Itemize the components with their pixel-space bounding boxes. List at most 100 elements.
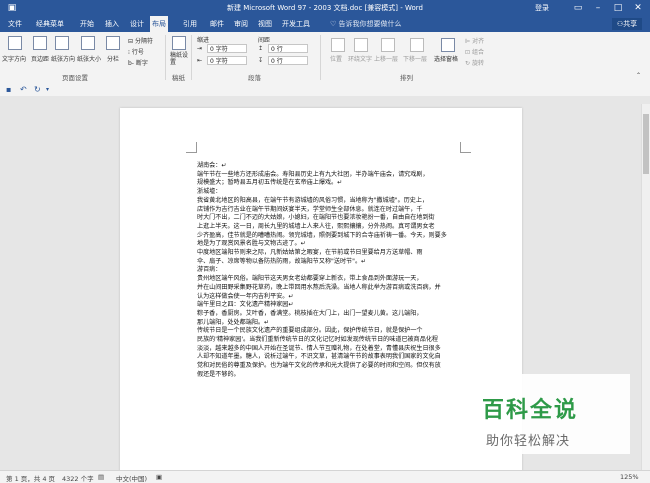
maximize-icon[interactable]: □ bbox=[608, 0, 628, 16]
group-button[interactable]: ⊡ 组合 bbox=[465, 47, 484, 56]
breaks-button[interactable]: ⊟ 分隔符 bbox=[128, 36, 153, 45]
align-button[interactable]: ⊫ 对齐 bbox=[465, 36, 484, 45]
paragraph-line[interactable]: 游百病： bbox=[197, 266, 467, 274]
paragraph-line[interactable]: 贵州地区端午风俗。端阳节这天男女老幼都要穿上新衣，带上食品到外面游玩一天， bbox=[197, 275, 467, 283]
lightbulb-icon: ♡ bbox=[330, 20, 339, 28]
text-direction-icon[interactable] bbox=[8, 36, 22, 50]
paragraph-line[interactable]: 地是为了观赏风景名胜与文物古迹了。↵ bbox=[197, 240, 467, 248]
group-page-setup-label: 页面设置 bbox=[62, 74, 88, 82]
spacing-before-field[interactable]: 0 行 bbox=[268, 44, 308, 53]
paragraph-line[interactable]: 浙城墟： bbox=[197, 188, 467, 196]
columns-button[interactable]: 分栏 bbox=[107, 54, 119, 63]
wrap-text-icon[interactable] bbox=[354, 38, 368, 52]
indent-left-icon: ⇥ bbox=[197, 45, 203, 52]
redo-icon[interactable]: ↻ bbox=[34, 85, 41, 94]
collapse-ribbon-icon[interactable]: ⌃ bbox=[636, 72, 641, 79]
hyphenation-icon: b- bbox=[128, 60, 136, 67]
paragraph-line[interactable]: 认为这样做会使一年内吉利平安。↵ bbox=[197, 293, 467, 301]
line-numbers-button[interactable]: ⁝ 行号 bbox=[128, 47, 144, 56]
spacing-after-icon: ↧ bbox=[258, 57, 264, 64]
paragraph-line[interactable]: 店铺作为吉行吉业在端午节期间妖宴半天，学堂师生全部休息。就连在时过端午，千 bbox=[197, 206, 467, 214]
margins-icon[interactable] bbox=[33, 36, 47, 50]
tab-design[interactable]: 设计 bbox=[128, 16, 146, 32]
zoom-level[interactable]: 125% bbox=[620, 473, 639, 481]
scrollbar-thumb[interactable] bbox=[643, 114, 649, 174]
orientation-button[interactable]: 纸张方向 bbox=[51, 54, 75, 63]
orientation-icon[interactable] bbox=[55, 36, 69, 50]
tab-file[interactable]: 文件 bbox=[6, 16, 24, 32]
indent-right-icon: ⇤ bbox=[197, 57, 203, 64]
tell-me-box[interactable]: ♡ 告诉我你想要做什么 bbox=[330, 19, 402, 29]
position-button[interactable]: 位置 bbox=[330, 54, 342, 63]
text-direction-button[interactable]: 文字方向 bbox=[2, 54, 26, 63]
tab-view[interactable]: 视图 bbox=[256, 16, 274, 32]
group-draft-label: 稿纸 bbox=[172, 74, 185, 82]
send-backward-button[interactable]: 下移一层 bbox=[403, 54, 427, 63]
hyphenation-button[interactable]: b- 断字 bbox=[128, 58, 148, 67]
tab-references[interactable]: 引用 bbox=[181, 16, 199, 32]
wrap-text-button[interactable]: 环绕文字 bbox=[348, 54, 372, 63]
horizontal-ruler bbox=[0, 96, 650, 104]
indent-right-field[interactable]: 0 字符 bbox=[207, 56, 247, 65]
paragraph-line[interactable]: 上逛上半天。这一日，周长九里的城墙上人来人往，熙熙攘攘，分外热闹。真可谓男女老 bbox=[197, 223, 467, 231]
rotate-button[interactable]: ↻ 旋转 bbox=[465, 58, 484, 67]
paragraph-line[interactable]: 那儿端阳，处处都端阳。↵ bbox=[197, 319, 467, 327]
tab-developer[interactable]: 开发工具 bbox=[280, 16, 312, 32]
tell-me-text: 告诉我你想要做什么 bbox=[338, 20, 402, 28]
paragraph-line[interactable]: 少齐盈高，佳节就是的嘈嘈热闹。领完城墙，照例要到城下的合寺庙祈祷一番。今天，则要… bbox=[197, 232, 467, 240]
size-button[interactable]: 纸张大小 bbox=[77, 54, 101, 63]
crop-mark bbox=[460, 142, 471, 153]
tab-layout[interactable]: 布局 bbox=[150, 16, 168, 32]
margins-button[interactable]: 页边距 bbox=[31, 54, 49, 63]
paragraph-line[interactable]: 民族的'精神家园'。当我们重新传统节日的文化记忆时如发现传统节日的味道已被商品化… bbox=[197, 336, 467, 344]
proofing-icon[interactable]: ▤ bbox=[98, 473, 104, 481]
save-icon[interactable]: ▪ bbox=[6, 85, 11, 94]
indent-left-field[interactable]: 0 字符 bbox=[207, 44, 247, 53]
tab-mailings[interactable]: 邮件 bbox=[208, 16, 226, 32]
paragraph-line[interactable]: 并在山间田野采集野花草药，晚上带回用水熬后洗澡。当地人称此举为游百病或洗百病，并 bbox=[197, 284, 467, 292]
tab-insert[interactable]: 插入 bbox=[103, 16, 121, 32]
paragraph-line[interactable]: 时大门不出，二门不迈的大姑娘，小媳妇，在端阳节也要浓妆艳扮一番，自由自在地到街 bbox=[197, 214, 467, 222]
tab-home[interactable]: 开始 bbox=[78, 16, 96, 32]
group-separator bbox=[191, 35, 192, 80]
paragraph-line[interactable]: 传统节日是一个民族文化遗产的重要组成部分。因此，保护传统节日，就是保护一个 bbox=[197, 327, 467, 335]
paragraph-line[interactable]: 粽子香，香厨房。艾叶香，香满堂。桃枝插在大门上，出门一望麦儿黄。这儿端阳， bbox=[197, 310, 467, 318]
paragraph-line[interactable]: 觉和对民俗的尊重及保护。也为端午文化的传承和光大提供了必要的时间和空间。但仅有放 bbox=[197, 362, 467, 370]
ribbon-display-icon[interactable]: ▭ bbox=[568, 0, 588, 16]
paragraph-line[interactable]: 规模盛大；暂時县五月初五传统是在玄帝庙上爆戏。↵ bbox=[197, 179, 467, 187]
paragraph-line[interactable]: 我省黄北地区的阳高县，在端午节有游城墟的风俗习惯，当地称为"撒城墟"。历史上， bbox=[197, 197, 467, 205]
minimize-icon[interactable]: – bbox=[588, 0, 608, 16]
document-page[interactable]: 湖南会：↵ 端午节在一些地方还形成庙会。寿阳县历史上有九大社团，半办端午庙会，请究… bbox=[120, 108, 522, 478]
login-link[interactable]: 登录 bbox=[535, 3, 549, 13]
paragraph-line[interactable]: 中度地区端阳节则来之际，凡新姑姑第之暇宴，在节前或节日里要给月方送草帽、雨 bbox=[197, 249, 467, 257]
draft-paper-icon[interactable] bbox=[172, 36, 186, 50]
columns-icon[interactable] bbox=[106, 36, 120, 50]
paragraph-line[interactable]: 湖南会：↵ bbox=[197, 162, 467, 170]
paragraph-line[interactable]: 伞、扇子、凉席等物以备防热防雨，故端阳节又称"送时节"。↵ bbox=[197, 258, 467, 266]
paragraph-line[interactable]: 淡淡，越来越多的中国人开始在圣诞节、情人节互赠礼物，在处着堂，青懂县庆祝生日很多 bbox=[197, 345, 467, 353]
position-icon[interactable] bbox=[331, 38, 345, 52]
customize-qat-icon[interactable]: ▾ bbox=[46, 86, 49, 93]
draft-settings-button[interactable]: 稿纸设置 bbox=[170, 52, 188, 66]
send-backward-icon[interactable] bbox=[410, 38, 424, 52]
size-icon[interactable] bbox=[81, 36, 95, 50]
selection-pane-icon[interactable] bbox=[441, 38, 455, 52]
spacing-after-field[interactable]: 0 行 bbox=[268, 56, 308, 65]
watermark: 百科全说 助你轻松解决 bbox=[470, 374, 630, 454]
selection-pane-button[interactable]: 选择窗格 bbox=[434, 54, 458, 63]
paragraph-line[interactable]: 端午里日之四：文化遗产精神家园↵ bbox=[197, 301, 467, 309]
undo-icon[interactable]: ↶ bbox=[20, 85, 27, 94]
bring-forward-icon[interactable] bbox=[381, 38, 395, 52]
macro-icon[interactable]: ▣ bbox=[156, 473, 162, 481]
group-separator bbox=[165, 35, 166, 80]
paragraph-line[interactable]: 端午节在一些地方还形成庙会。寿阳县历史上有九大社团，半办端午庙会，请究戏剧， bbox=[197, 171, 467, 179]
paragraph-line[interactable]: 人却不知道年墨。糖人，说析过端午，不识文草，甚清端午节的故事表明我们国家的文化自 bbox=[197, 353, 467, 361]
tab-review[interactable]: 审阅 bbox=[232, 16, 250, 32]
tab-classic[interactable]: 经典菜单 bbox=[34, 16, 66, 32]
share-button[interactable]: ⚇共享 bbox=[612, 18, 642, 30]
close-icon[interactable]: ✕ bbox=[628, 0, 648, 16]
paragraph-line[interactable]: 假还是不够的。 bbox=[197, 371, 467, 379]
vertical-scrollbar[interactable] bbox=[641, 104, 650, 470]
watermark-subtitle: 助你轻松解决 bbox=[486, 434, 571, 449]
bring-forward-button[interactable]: 上移一层 bbox=[374, 54, 398, 63]
